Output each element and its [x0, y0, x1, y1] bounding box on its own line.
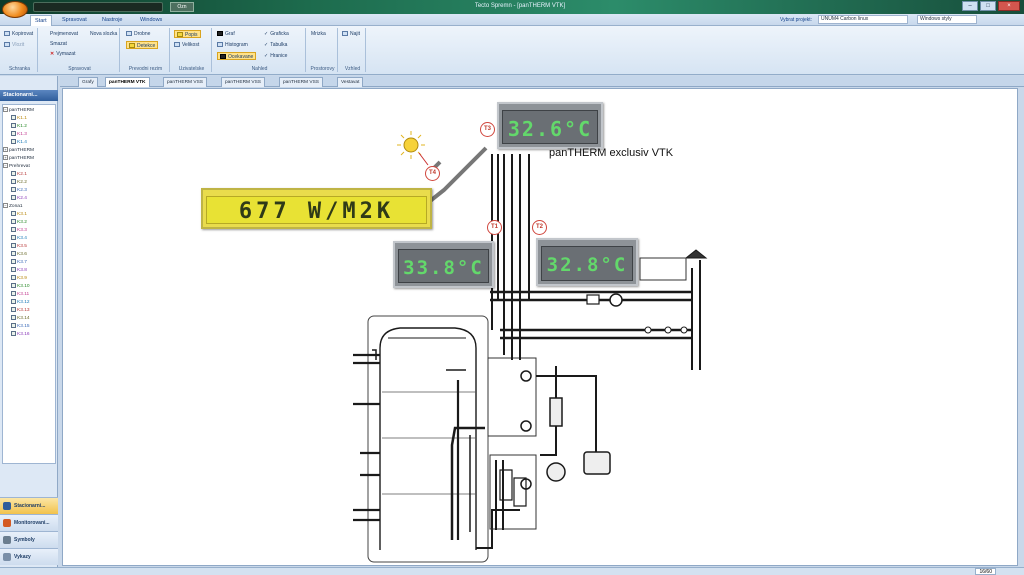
display-right: 32.8°C	[536, 238, 638, 286]
display-top: 32.6°C	[497, 102, 603, 149]
diagram-title: panTHERM exclusiv VTK	[549, 147, 674, 159]
sensor-t2-icon[interactable]: T2	[532, 220, 547, 235]
display-solar-value: 677 W/M2K	[206, 196, 427, 224]
sensor-t1-icon[interactable]: T1	[487, 220, 502, 235]
hydraulic-diagram	[353, 131, 708, 563]
status-bar: 16/60	[0, 567, 1024, 575]
status-count: 16/60	[975, 568, 996, 575]
display-left-value: 33.8°C	[398, 249, 489, 283]
storage-tank	[379, 327, 477, 550]
sensor-t3-icon[interactable]: T3	[480, 122, 495, 137]
sensor-t4-icon[interactable]: T4	[425, 166, 440, 181]
display-left: 33.8°C	[393, 241, 494, 288]
application-menu-orb[interactable]	[2, 1, 28, 18]
app-window: Ozn Tecto Spremn - [panTHERM VTK] – □ × …	[0, 0, 1024, 575]
display-right-value: 32.8°C	[541, 246, 633, 281]
display-solar: 677 W/M2K	[201, 188, 432, 229]
display-top-value: 32.6°C	[502, 110, 598, 144]
